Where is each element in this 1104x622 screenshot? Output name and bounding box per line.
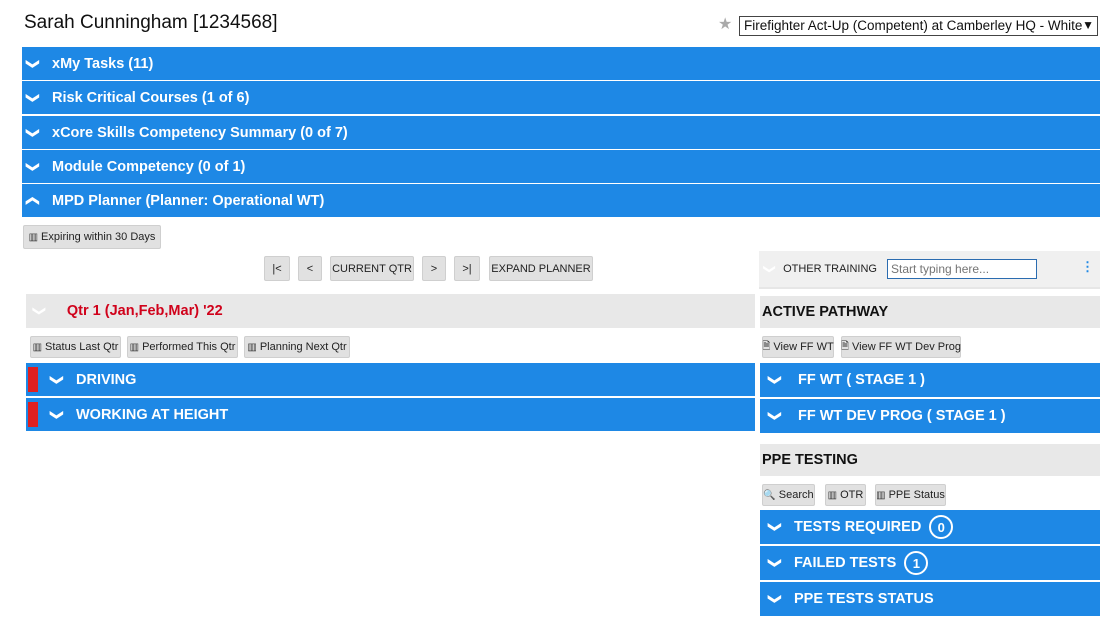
pathway-label: FF WT ( STAGE 1 ) (798, 372, 925, 388)
planning-next-qtr-button[interactable]: ▥ Planning Next Qtr (244, 336, 350, 358)
quarter-title: Qtr 1 (Jan,Feb,Mar) '22 (66, 303, 223, 319)
pathway-label: FF WT DEV PROG ( STAGE 1 ) (798, 408, 1006, 424)
ppe-failed-tests[interactable]: ❯ FAILED TESTS 1 (760, 546, 1100, 580)
section-core-skills[interactable]: ❯ xCore Skills Competency Summary (0 of … (22, 116, 1100, 149)
section-my-tasks[interactable]: ❯ xMy Tasks (11) (22, 47, 1100, 80)
other-training-label: OTHER TRAINING (783, 263, 877, 275)
button-label: Planning Next Qtr (259, 341, 347, 353)
chevron-down-icon: ❯ (50, 374, 65, 385)
button-label: Status Last Qtr (45, 341, 119, 353)
next-qtr-button[interactable]: > (422, 256, 446, 281)
ppe-tests-status[interactable]: ❯ PPE TESTS STATUS (760, 582, 1100, 616)
document-icon: 🗎 (762, 340, 771, 352)
chevron-down-icon: ❯ (26, 127, 41, 138)
button-label: View FF WT Dev Prog (852, 341, 962, 353)
section-label: MPD Planner (Planner: Operational WT) (52, 192, 325, 209)
pathway-ff-wt[interactable]: ❯ FF WT ( STAGE 1 ) (760, 363, 1100, 397)
expand-planner-button[interactable]: EXPAND PLANNER (489, 256, 593, 281)
chevron-down-icon: ❯ (26, 58, 41, 69)
first-qtr-button[interactable]: |< (264, 256, 290, 281)
bar-chart-icon: ▥ (876, 489, 886, 501)
ppe-status-button[interactable]: ▥ PPE Status (875, 484, 946, 506)
category-label: WORKING AT HEIGHT (76, 406, 229, 423)
chevron-down-icon: ❯ (32, 305, 48, 317)
section-risk-critical-courses[interactable]: ❯ Risk Critical Courses (1 of 6) (22, 81, 1100, 114)
quarter-header[interactable]: ❯ Qtr 1 (Jan,Feb,Mar) '22 (26, 294, 755, 328)
button-label: View FF WT (773, 341, 834, 353)
category-label: DRIVING (76, 371, 137, 388)
chevron-down-icon: ❯ (768, 374, 783, 386)
category-working-at-height[interactable]: ❯ WORKING AT HEIGHT (26, 398, 755, 431)
button-label: Expiring within 30 Days (41, 231, 156, 243)
bar-chart-icon: ▥ (129, 341, 140, 353)
role-select[interactable]: Firefighter Act-Up (Competent) at Camber… (739, 16, 1098, 36)
prev-qtr-button[interactable]: < (298, 256, 322, 281)
ppe-item-label: PPE TESTS STATUS (794, 591, 934, 607)
ppe-item-label: TESTS REQUIRED (794, 519, 922, 535)
bar-chart-icon: ▥ (28, 231, 39, 243)
chevron-up-icon: ❮ (26, 195, 41, 206)
chevron-down-icon: ❯ (26, 161, 41, 172)
expiring-30-days-button[interactable]: ▥ Expiring within 30 Days (23, 225, 161, 249)
bar-chart-icon: ▥ (32, 341, 43, 353)
section-label: Risk Critical Courses (1 of 6) (52, 89, 250, 106)
star-icon[interactable]: ★ (718, 17, 732, 33)
status-last-qtr-button[interactable]: ▥ Status Last Qtr (30, 336, 121, 358)
page-title: Sarah Cunningham [1234568] (24, 12, 278, 33)
button-label: PPE Status (888, 489, 945, 501)
document-icon: 🗎 (840, 340, 850, 352)
chevron-down-icon: ▼ (1082, 18, 1094, 32)
ppe-testing-heading: PPE TESTING (760, 444, 1100, 476)
ppe-item-label: FAILED TESTS (794, 555, 897, 571)
more-options-icon[interactable]: ⋮ (1081, 259, 1094, 275)
section-module-competency[interactable]: ❯ Module Competency (0 of 1) (22, 150, 1100, 183)
ppe-tests-required[interactable]: ❯ TESTS REQUIRED 0 (760, 510, 1100, 544)
chevron-down-icon: ❯ (768, 557, 783, 569)
ppe-otr-button[interactable]: ▥ OTR (825, 484, 866, 506)
button-label: Search (778, 489, 814, 501)
bar-chart-icon: ▥ (827, 489, 838, 501)
chevron-down-icon: ❯ (26, 92, 41, 103)
role-select-value: Firefighter Act-Up (Competent) at Camber… (744, 18, 1083, 33)
performed-this-qtr-button[interactable]: ▥ Performed This Qtr (127, 336, 238, 358)
last-qtr-button[interactable]: >| (454, 256, 480, 281)
chevron-down-icon[interactable]: ❯ (763, 264, 777, 274)
search-icon: 🔍 (763, 489, 776, 501)
chevron-down-icon: ❯ (768, 593, 783, 605)
count-badge: 0 (929, 515, 954, 539)
chevron-down-icon: ❯ (50, 409, 65, 420)
other-training-panel: ❯ OTHER TRAINING ⋮ (759, 251, 1100, 289)
view-ff-wt-dev-prog-button[interactable]: 🗎 View FF WT Dev Prog (841, 336, 961, 358)
current-qtr-button[interactable]: CURRENT QTR (330, 256, 414, 281)
section-label: Module Competency (0 of 1) (52, 158, 246, 175)
section-label: xMy Tasks (11) (52, 55, 154, 72)
section-label: xCore Skills Competency Summary (0 of 7) (52, 124, 348, 141)
active-pathway-heading: ACTIVE PATHWAY (760, 296, 1100, 328)
pathway-ff-wt-dev-prog[interactable]: ❯ FF WT DEV PROG ( STAGE 1 ) (760, 399, 1100, 433)
button-label: Performed This Qtr (142, 341, 236, 353)
button-label: OTR (840, 489, 864, 501)
status-flag (28, 402, 38, 427)
category-driving[interactable]: ❯ DRIVING (26, 363, 755, 396)
other-training-search-input[interactable] (886, 259, 1037, 279)
ppe-search-button[interactable]: 🔍 Search (762, 484, 815, 506)
view-ff-wt-button[interactable]: 🗎 View FF WT (762, 336, 834, 358)
status-flag (28, 367, 38, 392)
bar-chart-icon: ▥ (247, 341, 257, 353)
chevron-down-icon: ❯ (768, 521, 783, 533)
count-badge: 1 (904, 551, 929, 575)
chevron-down-icon: ❯ (768, 410, 783, 422)
section-mpd-planner[interactable]: ❮ MPD Planner (Planner: Operational WT) (22, 184, 1100, 217)
